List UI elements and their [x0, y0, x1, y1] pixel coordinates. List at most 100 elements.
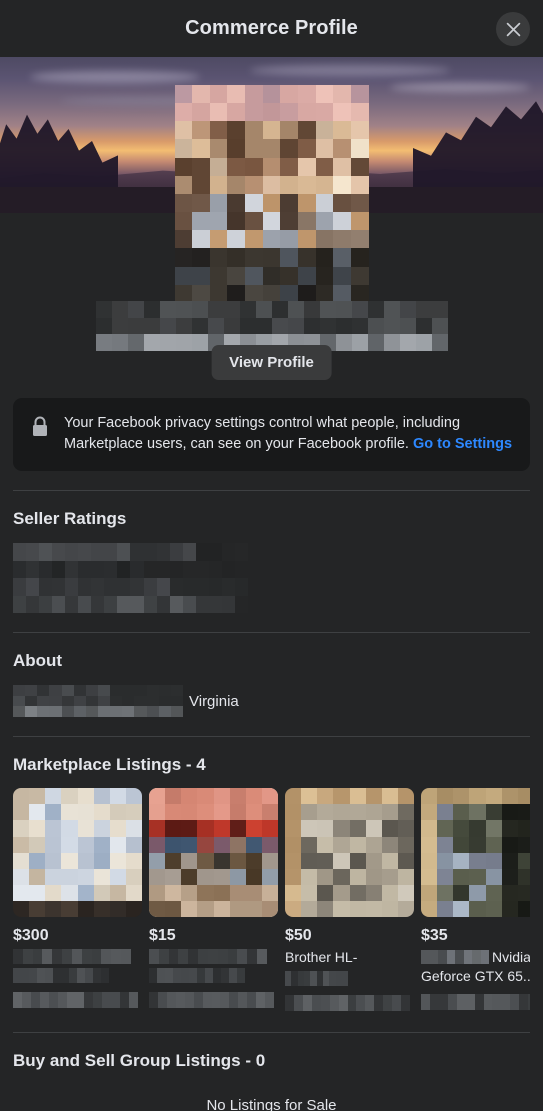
pixel-block	[229, 884, 246, 902]
pixel-block	[501, 868, 518, 885]
pixel-block	[125, 868, 142, 885]
pixel-block	[483, 994, 493, 1011]
pixel-block	[29, 901, 46, 918]
pixel-block	[159, 334, 176, 351]
pixel-block	[285, 788, 302, 805]
pixel-block	[149, 820, 166, 837]
pixel-block	[397, 852, 414, 869]
pixel-block	[245, 193, 263, 213]
pixel-block	[262, 121, 281, 140]
listing-thumbnail[interactable]	[13, 788, 142, 918]
listing-card[interactable]: $300	[13, 788, 142, 1011]
pixel-block	[365, 836, 382, 853]
pixel-block	[13, 852, 30, 869]
pixel-block	[315, 175, 334, 194]
pixel-block	[85, 968, 93, 984]
pixel-block	[469, 788, 486, 805]
pixel-block	[181, 820, 198, 837]
pixel-block	[367, 317, 384, 335]
pixel-block	[397, 788, 414, 805]
pixel-block	[122, 685, 135, 696]
listing-title: Nvidia Geforce GTX 65...	[421, 949, 530, 984]
pixel-block	[195, 578, 209, 596]
pixel-block	[48, 992, 58, 1009]
listing-thumbnail[interactable]	[285, 788, 414, 918]
pixel-block	[350, 139, 369, 158]
pixel-block	[223, 301, 240, 318]
lock-icon	[29, 413, 51, 454]
pixel-block	[421, 788, 438, 805]
pixel-block	[280, 85, 298, 104]
pixel-block	[485, 804, 502, 821]
pixel-block	[469, 804, 486, 821]
pixel-block	[237, 968, 245, 984]
pixel-block	[192, 85, 210, 104]
pixel-block	[350, 157, 369, 176]
pixel-block	[66, 992, 76, 1009]
pixel-block	[95, 317, 112, 335]
listing-thumbnail[interactable]	[421, 788, 530, 918]
pixel-block	[13, 788, 30, 805]
pixel-block	[156, 595, 170, 614]
pixel-block	[143, 595, 157, 614]
pixel-block	[146, 695, 159, 707]
pixel-block	[350, 266, 369, 285]
pixel-block	[170, 706, 183, 718]
pixel-block	[192, 193, 210, 213]
divider	[13, 736, 530, 738]
pixel-block	[271, 317, 288, 335]
pixel-block	[111, 301, 128, 318]
pixel-block	[234, 595, 248, 614]
pixel-block	[174, 230, 193, 249]
go-to-settings-link[interactable]: Go to Settings	[413, 436, 512, 452]
pixel-block	[30, 992, 40, 1009]
pixel-block	[159, 301, 176, 318]
pixel-block	[365, 994, 375, 1011]
view-profile-button[interactable]: View Profile	[211, 345, 332, 380]
pixel-block	[315, 230, 334, 249]
listing-card[interactable]: $50 Brother HL-	[285, 788, 414, 1011]
pixel-block	[229, 820, 246, 837]
pixel-block	[149, 836, 166, 853]
pixel-block	[111, 334, 128, 351]
pixel-block	[350, 121, 369, 140]
pixel-block	[229, 852, 246, 869]
pixel-block	[61, 706, 74, 718]
pixel-block	[333, 804, 350, 821]
pixel-block	[227, 103, 246, 122]
pixel-block	[213, 788, 230, 805]
pixel-block	[280, 193, 298, 213]
profile-header: View Profile	[0, 85, 543, 392]
pixel-block	[81, 949, 92, 965]
pixel-block	[247, 949, 258, 965]
pixel-block	[356, 994, 366, 1011]
pixel-block	[517, 884, 530, 902]
pixel-block	[501, 901, 518, 918]
pixel-block	[13, 595, 27, 614]
close-icon	[505, 21, 522, 38]
listings-carousel[interactable]: $300 $15 $50 Brother HL- $35 Nvidia Geforce G…	[13, 788, 530, 1013]
profile-photo-pixelated[interactable]	[174, 85, 369, 321]
pixel-block	[198, 949, 208, 965]
pixel-block	[29, 836, 46, 853]
pixel-block	[349, 788, 366, 805]
listing-card[interactable]: $15	[149, 788, 278, 1011]
pixel-block	[501, 852, 518, 869]
pixel-block	[229, 992, 239, 1009]
listing-card[interactable]: $35 Nvidia Geforce GTX 65...	[421, 788, 530, 1011]
pixel-block	[227, 157, 246, 176]
divider	[13, 1031, 530, 1033]
pixel-block	[205, 968, 213, 984]
pixel-block	[77, 868, 94, 885]
close-button[interactable]	[496, 12, 530, 46]
pixel-block	[255, 317, 272, 335]
pixel-block	[421, 884, 438, 902]
pixel-block	[297, 193, 316, 213]
pixel-block	[192, 266, 210, 285]
pixel-block	[349, 820, 366, 837]
listing-thumbnail[interactable]	[149, 788, 278, 918]
pixel-block	[37, 685, 50, 696]
pixel-block	[213, 968, 221, 984]
pixel-block	[159, 317, 176, 335]
pixel-block	[207, 317, 224, 335]
